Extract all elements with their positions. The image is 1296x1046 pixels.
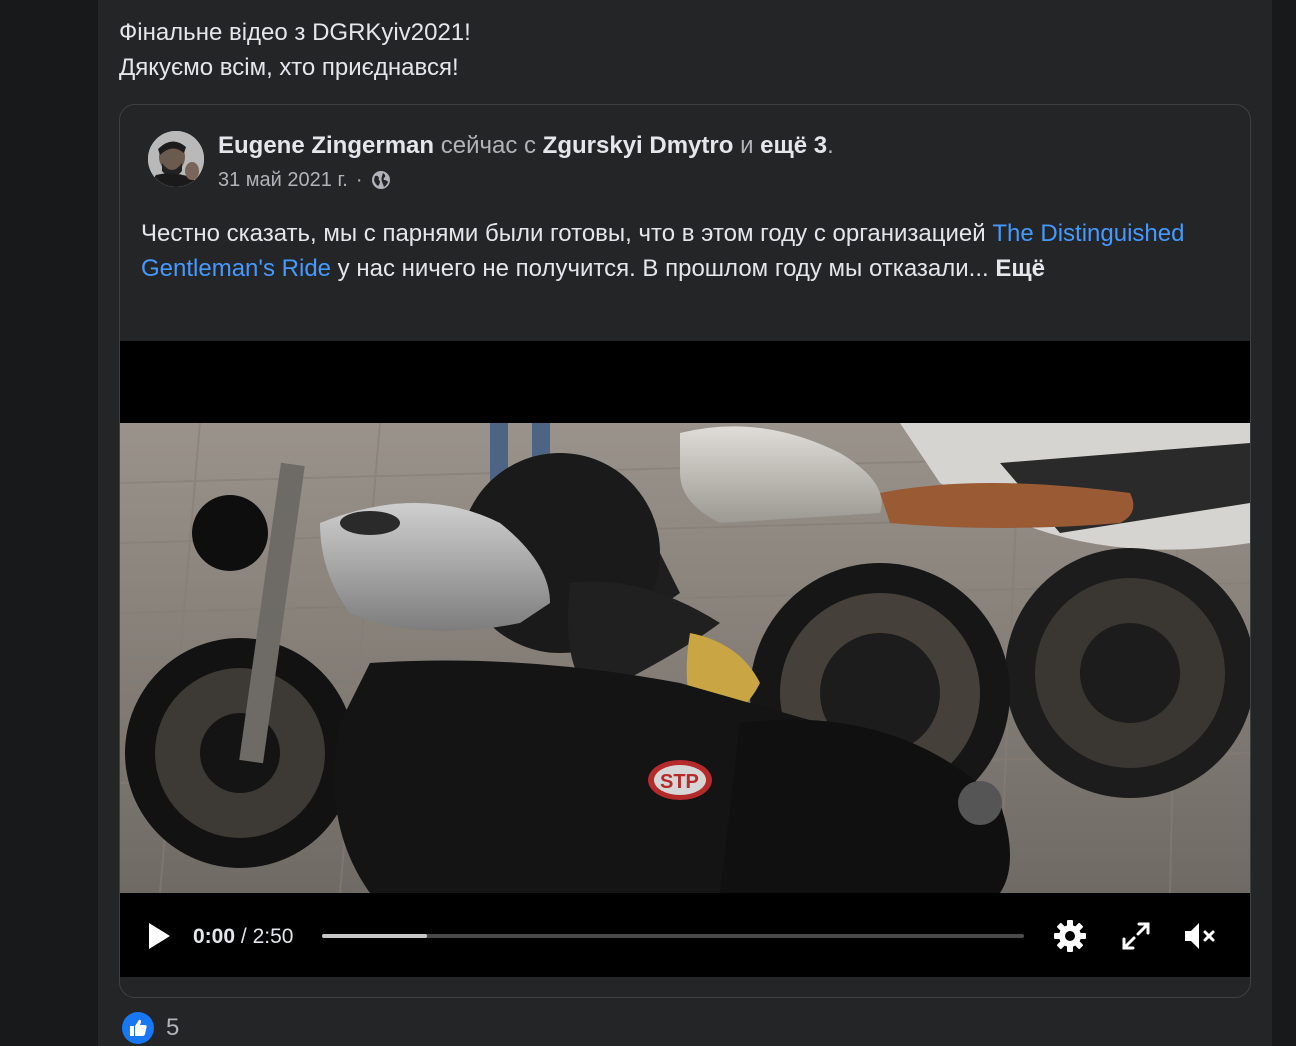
period-text: . <box>827 132 834 159</box>
right-page-margin <box>1272 0 1296 1046</box>
svg-text:STP: STP <box>660 771 699 793</box>
caption-line-1: Фінальне відео з DGRKyiv2021! <box>119 19 471 46</box>
left-page-margin <box>0 0 98 1046</box>
activity-text: сейчас с <box>440 132 536 159</box>
post-caption: Фінальне відео з DGRKyiv2021! Дякуємо вс… <box>119 15 471 85</box>
settings-icon[interactable] <box>1052 918 1088 954</box>
reactions-summary[interactable]: 5 <box>122 1012 179 1044</box>
duration: 2:50 <box>252 925 294 948</box>
caption-line-2: Дякуємо всім, хто приєднався! <box>119 54 459 81</box>
progress-buffered <box>322 934 428 938</box>
reaction-count: 5 <box>166 1014 180 1041</box>
see-more-link[interactable]: Ещё <box>995 255 1045 282</box>
video-time: 0:00 / 2:50 <box>193 923 293 951</box>
meta-separator: · <box>355 169 363 191</box>
and-text: и <box>740 132 754 159</box>
shared-post-card[interactable]: Eugene Zingerman сейчас с Zgurskyi Dmytr… <box>119 104 1251 998</box>
tagged-others-link[interactable]: ещё 3 <box>760 132 827 159</box>
shared-post-text: Честно сказать, мы с парнями были готовы… <box>141 217 1221 286</box>
video-progress-bar[interactable] <box>322 934 1024 938</box>
tagged-person-link[interactable]: Zgurskyi Dmytro <box>543 132 734 159</box>
video-controls: 0:00 / 2:50 <box>120 893 1250 977</box>
post-meta: 31 май 2021 г. · <box>218 165 391 195</box>
muted-speaker-icon[interactable] <box>1182 918 1218 954</box>
globe-icon <box>371 171 390 189</box>
time-separator: / <box>240 925 247 948</box>
like-icon <box>122 1012 154 1044</box>
video-frame[interactable]: STP <box>120 423 1250 893</box>
avatar[interactable] <box>148 131 204 187</box>
play-icon[interactable] <box>146 921 172 951</box>
post-text-part-1: Честно сказать, мы с парнями были готовы… <box>141 220 993 247</box>
post-date-link[interactable]: 31 май 2021 г. <box>218 165 348 195</box>
author-name-link[interactable]: Eugene Zingerman <box>218 132 434 159</box>
feed-post: Фінальне відео з DGRKyiv2021! Дякуємо вс… <box>98 0 1272 1046</box>
fullscreen-icon[interactable] <box>1118 918 1154 954</box>
post-text-part-2: у нас ничего не получится. В прошлом год… <box>331 254 989 282</box>
current-time: 0:00 <box>193 925 236 948</box>
author-line: Eugene Zingerman сейчас с Zgurskyi Dmytr… <box>218 129 834 163</box>
video-player[interactable]: STP 0:00 / 2:50 <box>120 341 1250 977</box>
